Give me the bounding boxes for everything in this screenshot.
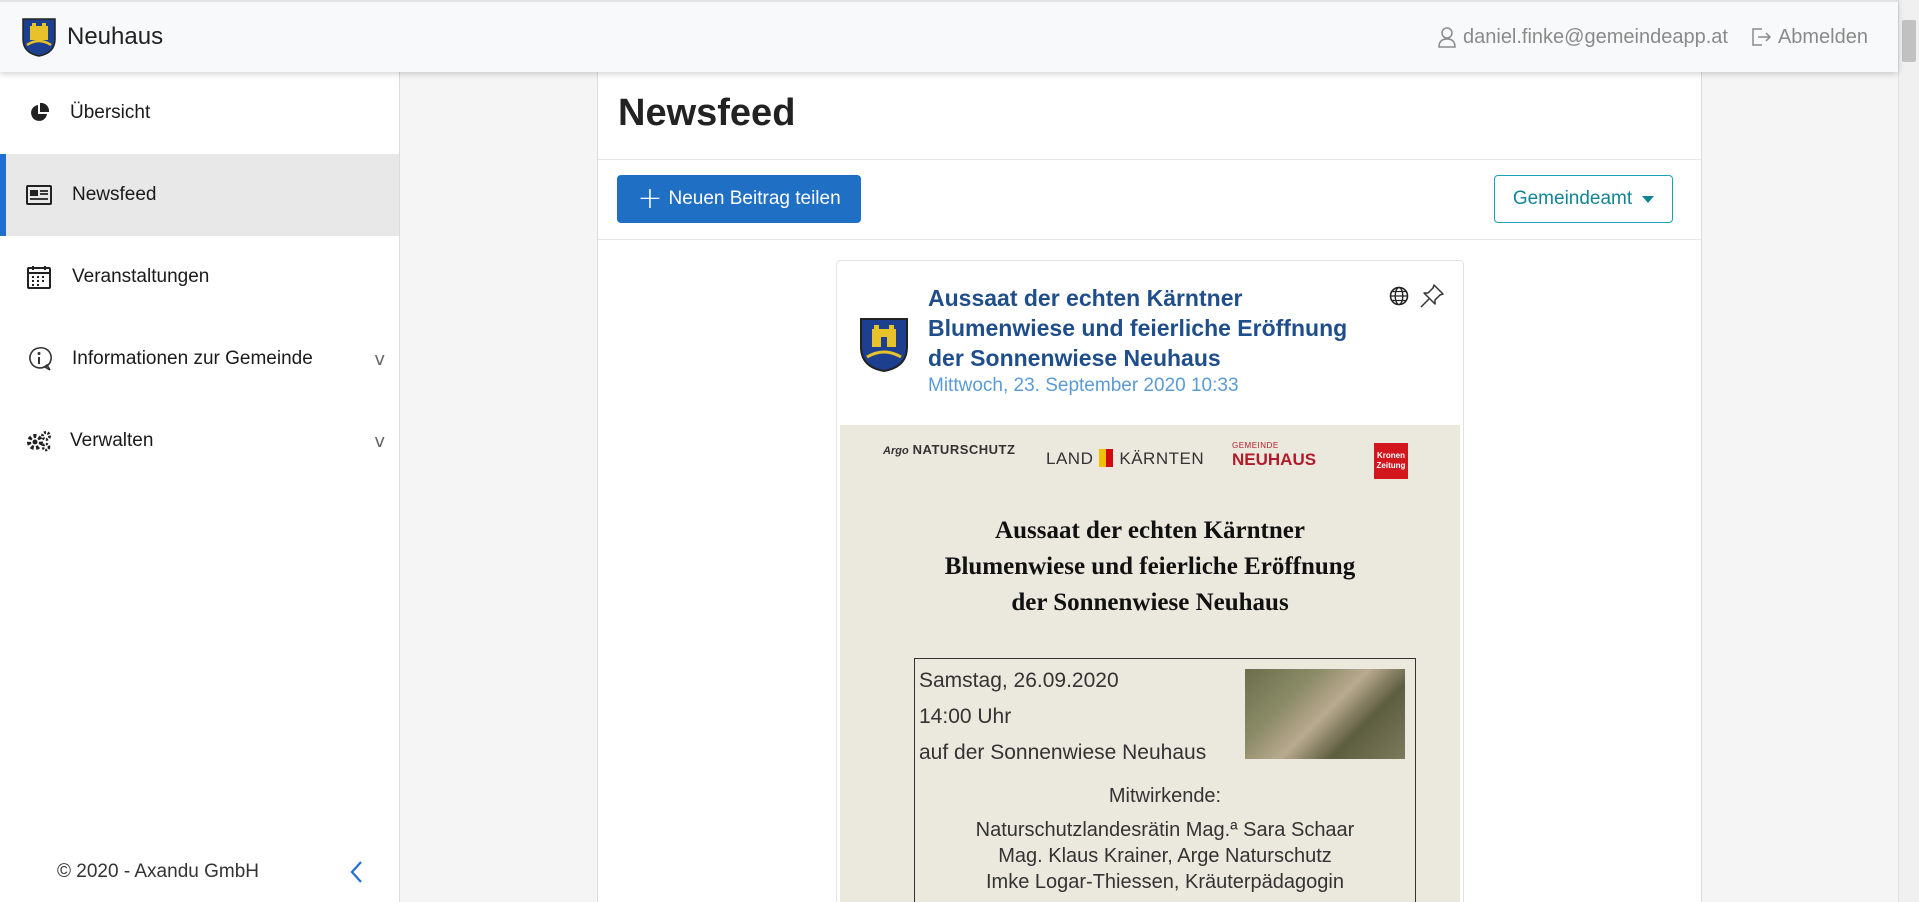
new-post-button[interactable]: + Neuen Beitrag teilen: [617, 175, 861, 223]
user-email: daniel.finke@gemeindeapp.at: [1463, 25, 1728, 48]
post-image[interactable]: Argo NATURSCHUTZ LAND KÄRNTEN GEMEINDE NEU…: [840, 425, 1460, 902]
poster-time: 14:00 Uhr: [919, 705, 1012, 728]
sidebar-item-label: Veranstaltungen: [72, 266, 210, 287]
user-icon: [1438, 27, 1456, 48]
seeds-photo: [1245, 669, 1405, 759]
sidebar-item-label: Informationen zur Gemeinde: [72, 348, 313, 369]
sidebar-item-label: Verwalten: [70, 430, 154, 451]
poster-location: auf der Sonnenwiese Neuhaus: [919, 741, 1207, 764]
brand[interactable]: Neuhaus: [21, 17, 163, 57]
chevron-left-icon: [350, 861, 362, 883]
user-account[interactable]: daniel.finke@gemeindeapp.at: [1437, 26, 1728, 49]
sidebar-item-uebersicht[interactable]: Übersicht: [0, 72, 399, 154]
calendar-icon: [26, 264, 52, 290]
poster-date: Samstag, 26.09.2020: [919, 669, 1119, 692]
toolbar: + Neuen Beitrag teilen Gemeindeamt: [598, 160, 1701, 240]
plus-icon: +: [637, 181, 663, 216]
coat-of-arms-icon: [860, 318, 908, 372]
pin-icon[interactable]: [1419, 283, 1445, 309]
sidebar-footer: © 2020 - Axandu GmbH: [0, 842, 399, 902]
logout-button[interactable]: Abmelden: [1750, 26, 1868, 49]
post-title[interactable]: Aussaat der echten Kärntner Blumenwiese …: [928, 283, 1388, 373]
sidebar-item-label: Newsfeed: [72, 184, 157, 205]
poster-participant: Naturschutzlandesrätin Mag.ª Sara Schaar: [975, 819, 1355, 841]
sidebar-item-informationen[interactable]: Informationen zur Gemeinde v: [0, 318, 399, 400]
poster-participant: Imke Logar-Thiessen, Kräuterpädagogin: [986, 871, 1344, 893]
collapse-sidebar-button[interactable]: [349, 860, 363, 889]
filter-label: Gemeindeamt: [1512, 188, 1633, 209]
sidebar-item-verwalten[interactable]: Verwalten v: [0, 400, 399, 482]
new-post-label: Neuen Beitrag teilen: [668, 188, 841, 209]
coat-of-arms-icon: [22, 18, 56, 57]
copyright-text: © 2020 - Axandu GmbH: [57, 861, 259, 882]
argo-naturschutz-logo: Argo NATURSCHUTZ: [883, 442, 1016, 457]
post-header: Aussaat der echten Kärntner Blumenwiese …: [837, 261, 1463, 426]
page-scrollbar[interactable]: [1898, 0, 1919, 902]
gemeinde-neuhaus-logo: GEMEINDE NEUHAUS: [1232, 441, 1317, 469]
poster-details-box: Samstag, 26.09.2020 14:00 Uhr auf der So…: [914, 658, 1416, 902]
chevron-down-icon[interactable]: v: [374, 349, 385, 370]
scrollbar-thumb[interactable]: [1902, 20, 1916, 62]
app-name: Neuhaus: [67, 23, 164, 50]
newspaper-icon: [26, 182, 52, 208]
sidebar-item-veranstaltungen[interactable]: Veranstaltungen: [0, 236, 399, 318]
poster-participants-heading: Mitwirkende:: [1108, 785, 1222, 807]
logout-label: Abmelden: [1777, 25, 1868, 48]
gears-icon: [26, 428, 52, 454]
poster-participant: Mag. Klaus Krainer, Arge Naturschutz: [998, 845, 1332, 867]
globe-icon[interactable]: [1389, 286, 1409, 306]
sidebar: Übersicht Newsfeed Veranstaltungen Infor…: [0, 72, 400, 902]
page-title: Newsfeed: [598, 72, 1701, 160]
post-date: Mittwoch, 23. September 2020 10:33: [928, 375, 1239, 396]
chevron-down-icon[interactable]: v: [374, 431, 385, 452]
top-navbar: Neuhaus daniel.finke@gemeindeapp.at Abme…: [0, 0, 1898, 72]
info-bubble-icon: [26, 346, 52, 372]
sidebar-item-label: Übersicht: [70, 102, 151, 123]
post-card[interactable]: Aussaat der echten Kärntner Blumenwiese …: [836, 260, 1464, 902]
kronen-zeitung-logo: Kronen Zeitung: [1374, 443, 1408, 479]
filter-dropdown[interactable]: Gemeindeamt: [1494, 175, 1673, 223]
logout-icon: [1752, 28, 1771, 46]
sidebar-item-newsfeed[interactable]: Newsfeed: [0, 154, 399, 236]
land-kaernten-logo: LAND KÄRNTEN: [1046, 449, 1205, 468]
poster-title: Aussaat der echten Kärntner Blumenwiese …: [944, 517, 1356, 616]
caret-down-icon: [1642, 195, 1655, 203]
main-panel: Newsfeed + Neuen Beitrag teilen Gemeinde…: [597, 72, 1702, 902]
poster-logos: Argo NATURSCHUTZ LAND KÄRNTEN GEMEINDE NEU…: [840, 435, 1460, 479]
pie-chart-icon: [26, 100, 52, 126]
